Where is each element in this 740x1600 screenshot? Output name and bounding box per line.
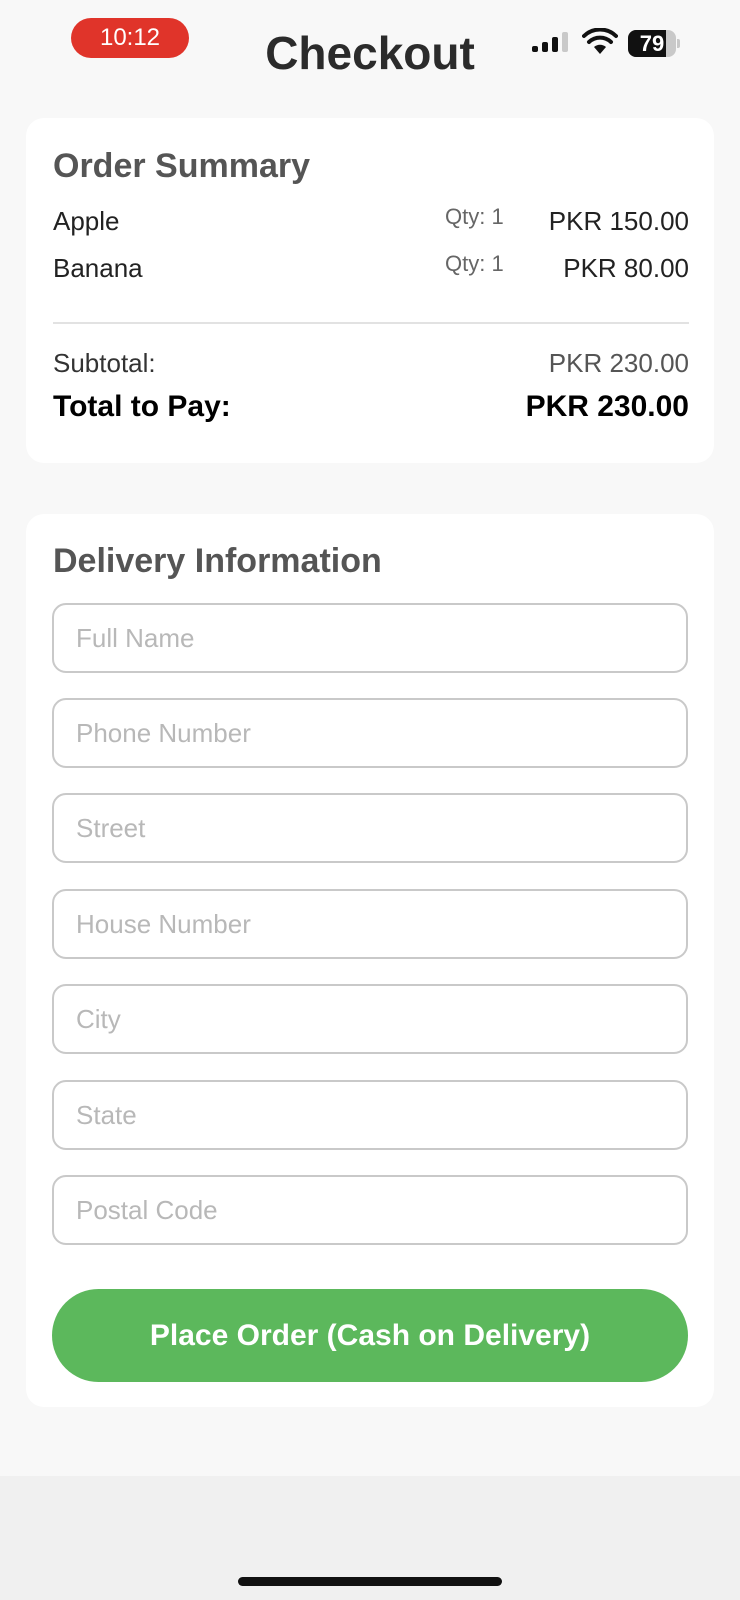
city-field[interactable] — [52, 984, 688, 1054]
house-number-field[interactable] — [52, 889, 688, 959]
order-summary-card: Order Summary Apple Qty: 1 PKR 150.00 Ba… — [26, 118, 714, 463]
subtotal-label: Subtotal: — [53, 348, 156, 378]
item-qty: Qty: 1 — [445, 251, 504, 276]
list-item: Apple Qty: 1 PKR 150.00 — [53, 204, 689, 242]
order-summary-title: Order Summary — [53, 147, 310, 185]
place-order-button[interactable]: Place Order (Cash on Delivery) — [52, 1289, 688, 1382]
divider — [53, 322, 689, 324]
item-name: Apple — [53, 206, 120, 236]
delivery-info-title: Delivery Information — [53, 542, 382, 580]
delivery-info-card: Delivery Information Place Order (Cash o… — [26, 514, 714, 1407]
home-indicator[interactable] — [238, 1577, 502, 1586]
item-name: Banana — [53, 253, 143, 283]
total-label: Total to Pay: — [53, 390, 231, 423]
total-row: Total to Pay: PKR 230.00 — [53, 390, 689, 430]
total-value: PKR 230.00 — [525, 390, 689, 423]
item-price: PKR 150.00 — [548, 206, 689, 236]
state-field[interactable] — [52, 1080, 688, 1150]
full-name-field[interactable] — [52, 603, 688, 673]
item-price: PKR 80.00 — [563, 253, 689, 283]
street-field[interactable] — [52, 793, 688, 863]
postal-code-field[interactable] — [52, 1175, 688, 1245]
item-qty: Qty: 1 — [445, 204, 504, 229]
subtotal-value: PKR 230.00 — [548, 348, 689, 378]
page-title: Checkout — [265, 27, 475, 79]
phone-number-field[interactable] — [52, 698, 688, 768]
list-item: Banana Qty: 1 PKR 80.00 — [53, 251, 689, 289]
subtotal-row: Subtotal: PKR 230.00 — [53, 348, 689, 380]
